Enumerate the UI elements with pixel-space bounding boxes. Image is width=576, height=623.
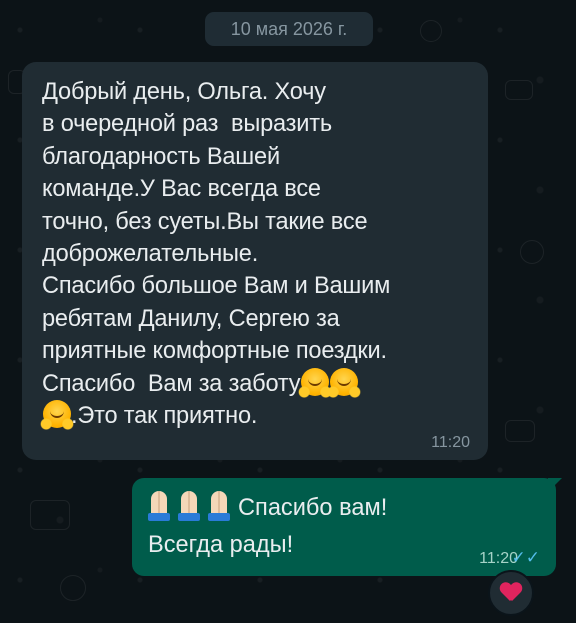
message-line: приятные комфортные поездки.	[42, 338, 387, 365]
incoming-message-text: Добрый день, Ольга. Хочу в очередной раз…	[39, 76, 468, 432]
message-line: Добрый день, Ольга. Хочу	[42, 79, 326, 105]
folded-hands-icon	[178, 491, 200, 521]
bubble-tail	[548, 478, 562, 492]
message-line: в очередной раз выразить	[42, 111, 332, 138]
message-line: команде.У Вас всегда все	[42, 176, 321, 203]
read-receipt-icon: ✓✓	[511, 548, 541, 567]
message-line: Спасибо большое Вам и Вашим	[42, 273, 391, 300]
wallpaper-doodle	[505, 80, 533, 100]
outgoing-message-bubble[interactable]: Спасибо вам! Всегда рады! 11:20 ✓✓	[132, 478, 556, 576]
wallpaper-doodle	[60, 575, 86, 601]
date-chip-label: 10 мая 2026 г.	[230, 18, 348, 39]
folded-hands-icon	[148, 491, 170, 521]
red-heart-icon	[500, 583, 522, 603]
reaction-badge[interactable]	[488, 570, 534, 616]
message-timestamp: 11:20	[431, 434, 470, 451]
message-line: Спасибо вам!	[238, 495, 388, 521]
message-line: доброжелательные.	[42, 241, 259, 268]
message-line: .Это так приятно.	[71, 403, 258, 430]
message-line: точно, без суеты.Вы такие все	[42, 208, 368, 235]
hugging-face-icon	[326, 367, 363, 398]
wallpaper-doodle	[520, 240, 544, 264]
incoming-message-bubble[interactable]: Добрый день, Ольга. Хочу в очередной раз…	[22, 62, 488, 460]
wallpaper-doodle	[420, 20, 442, 42]
message-line: благодарность Вашей	[42, 143, 280, 170]
message-line: Всегда рады!	[148, 532, 294, 558]
message-line: ребятам Данилу, Сергею за	[42, 305, 340, 332]
hugging-face-icon	[297, 367, 334, 398]
date-chip: 10 мая 2026 г.	[205, 12, 373, 46]
wallpaper-doodle	[30, 500, 70, 530]
wallpaper-doodle	[505, 420, 535, 442]
folded-hands-icon	[208, 491, 230, 521]
hugging-face-icon	[39, 400, 75, 431]
message-line: Спасибо Вам за заботу	[42, 370, 301, 397]
